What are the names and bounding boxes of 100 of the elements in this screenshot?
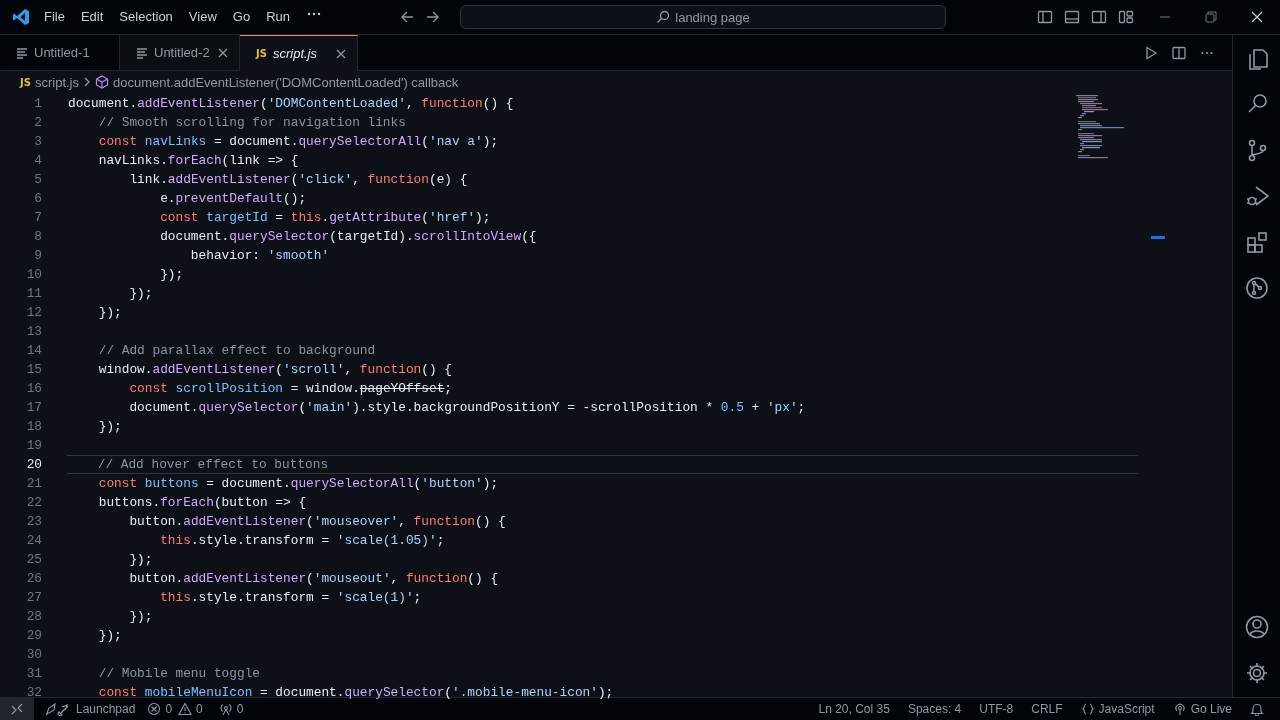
code-line: }); (97, 304, 123, 322)
text-file-icon (16, 46, 28, 59)
status-item[interactable]: Spaces: 4 (901, 698, 968, 720)
line-number: 28 (25, 609, 42, 624)
code-line: // Smooth scrolling for navigation links (97, 114, 407, 132)
file-type-icon: JS (20, 76, 31, 88)
code-line: this.style.transform = 'scale(1)'; (159, 589, 423, 607)
line-number: 32 (25, 685, 42, 700)
remote-icon (10, 702, 24, 716)
bell-icon (1250, 702, 1264, 716)
line-number: 18 (25, 419, 42, 434)
close-icon[interactable] (217, 46, 229, 59)
editor-tab[interactable]: JS script.js (240, 35, 358, 71)
error-icon (147, 702, 162, 716)
cursor-position-marker (1151, 236, 1165, 239)
code-line: }); (128, 608, 154, 626)
search-field[interactable]: landing page (460, 5, 946, 29)
panel-toggle-icon[interactable] (1064, 9, 1080, 25)
menu-item[interactable]: File (36, 6, 73, 28)
graph-circle-icon[interactable] (1244, 276, 1269, 300)
line-number: 21 (25, 476, 42, 491)
line-number: 11 (25, 286, 42, 301)
line-number: 14 (25, 343, 42, 358)
line-number: 15 (25, 362, 42, 377)
menu-item[interactable]: Selection (111, 6, 181, 28)
line-number: 30 (25, 647, 42, 662)
vscode-logo-icon (12, 8, 30, 26)
line-number: 1 (33, 96, 42, 111)
back-arrow-icon[interactable] (400, 10, 414, 24)
language-status[interactable]: JavaScript (1074, 698, 1161, 720)
line-number: 20 (25, 457, 42, 472)
code-line: navLinks.forEach(link => { (97, 152, 300, 170)
status-item[interactable]: Ln 20, Col 35 (812, 698, 896, 720)
code-line: const targetId = this.getAttribute('href'); (159, 209, 492, 227)
line-number: 10 (25, 267, 42, 282)
secondary-sidebar-toggle-icon[interactable] (1091, 9, 1107, 25)
broadcast-icon (1172, 702, 1187, 716)
cube-icon (95, 75, 109, 89)
close-icon[interactable] (1250, 10, 1264, 24)
line-number: 3 (33, 134, 42, 149)
close-icon[interactable] (335, 47, 347, 60)
breadcrumb-item[interactable]: document.addEventListener('DOMContentLoaded') callback (113, 74, 459, 90)
line-number: 22 (25, 495, 42, 510)
code-line: document.querySelector(targetId).scrollIntoView({ (159, 228, 538, 246)
line-number: 8 (33, 229, 42, 244)
line-number: 13 (25, 324, 42, 339)
account-icon[interactable] (1244, 615, 1269, 639)
code-line: link.addEventListener('click', function(e) { (128, 171, 469, 189)
code-line: e.preventDefault(); (159, 190, 308, 208)
line-number: 2 (33, 115, 42, 130)
chevron-right-icon (83, 77, 91, 87)
line-number: 12 (25, 305, 42, 320)
line-number: 9 (33, 248, 42, 263)
status-item[interactable]: CRLF (1025, 698, 1069, 720)
line-number: 29 (25, 628, 42, 643)
restore-icon[interactable] (1204, 10, 1218, 24)
layout-icon[interactable] (1118, 9, 1134, 25)
code-line: button.addEventListener('mouseout', function() { (128, 570, 500, 588)
menu-item[interactable]: Edit (72, 6, 112, 28)
split-editor-icon[interactable] (1172, 45, 1186, 60)
file-type-icon: JS (256, 48, 267, 59)
search-icon (656, 10, 671, 24)
run-debug-icon[interactable] (1244, 184, 1269, 208)
extensions-icon[interactable] (1244, 230, 1269, 254)
breadcrumb-item[interactable]: script.js (34, 74, 79, 90)
line-number: 16 (25, 381, 42, 396)
code-line: const scrollPosition = window.pageYOffset; (128, 380, 453, 398)
code-line: // Add parallax effect to background (97, 342, 377, 360)
line-number: 27 (25, 590, 42, 605)
menu-item[interactable]: Run (258, 6, 298, 28)
code-line: window.addEventListener('scroll', function() { (97, 361, 453, 379)
line-number: 4 (33, 153, 42, 168)
settings-icon[interactable] (1244, 661, 1269, 685)
code-line: const navLinks = document.querySelectorAll('nav a'); (97, 133, 500, 151)
code-line: }); (97, 627, 123, 645)
menu-item[interactable]: View (180, 6, 225, 28)
go-live-button[interactable]: Go Live (1166, 698, 1238, 720)
code-line: }); (97, 418, 123, 436)
line-number: 23 (25, 514, 42, 529)
line-number: 6 (33, 191, 42, 206)
primary-sidebar-toggle-icon[interactable] (1037, 9, 1053, 25)
line-number: 19 (25, 438, 42, 453)
code-line: behavior: 'smooth' (189, 247, 331, 265)
editor-tab[interactable]: Untitled-2 (120, 35, 240, 70)
code-line: }); (128, 285, 154, 303)
code-line: this.style.transform = 'scale(1.05)'; (159, 532, 446, 550)
line-number: 17 (25, 400, 42, 415)
code-line: document.addEventListener('DOMContentLoaded', function() { (67, 95, 515, 113)
code-line: document.querySelector('main').style.backgroundPositionY = -scrollPosition * 0.5 + 'px'; (128, 399, 807, 417)
menu-item[interactable]: Go (224, 6, 259, 28)
forward-arrow-icon[interactable] (426, 10, 440, 24)
remote-button[interactable] (0, 698, 34, 720)
line-number: 24 (25, 533, 42, 548)
status-item[interactable]: UTF-8 (973, 698, 1020, 720)
warning-icon (178, 702, 193, 716)
code-line: }); (159, 266, 185, 284)
run-icon[interactable] (1144, 45, 1158, 60)
code-line: // Add hover effect to buttons (67, 455, 1138, 474)
line-number: 26 (25, 571, 42, 586)
code-line: const buttons = document.querySelectorAll('button'); (97, 475, 500, 493)
